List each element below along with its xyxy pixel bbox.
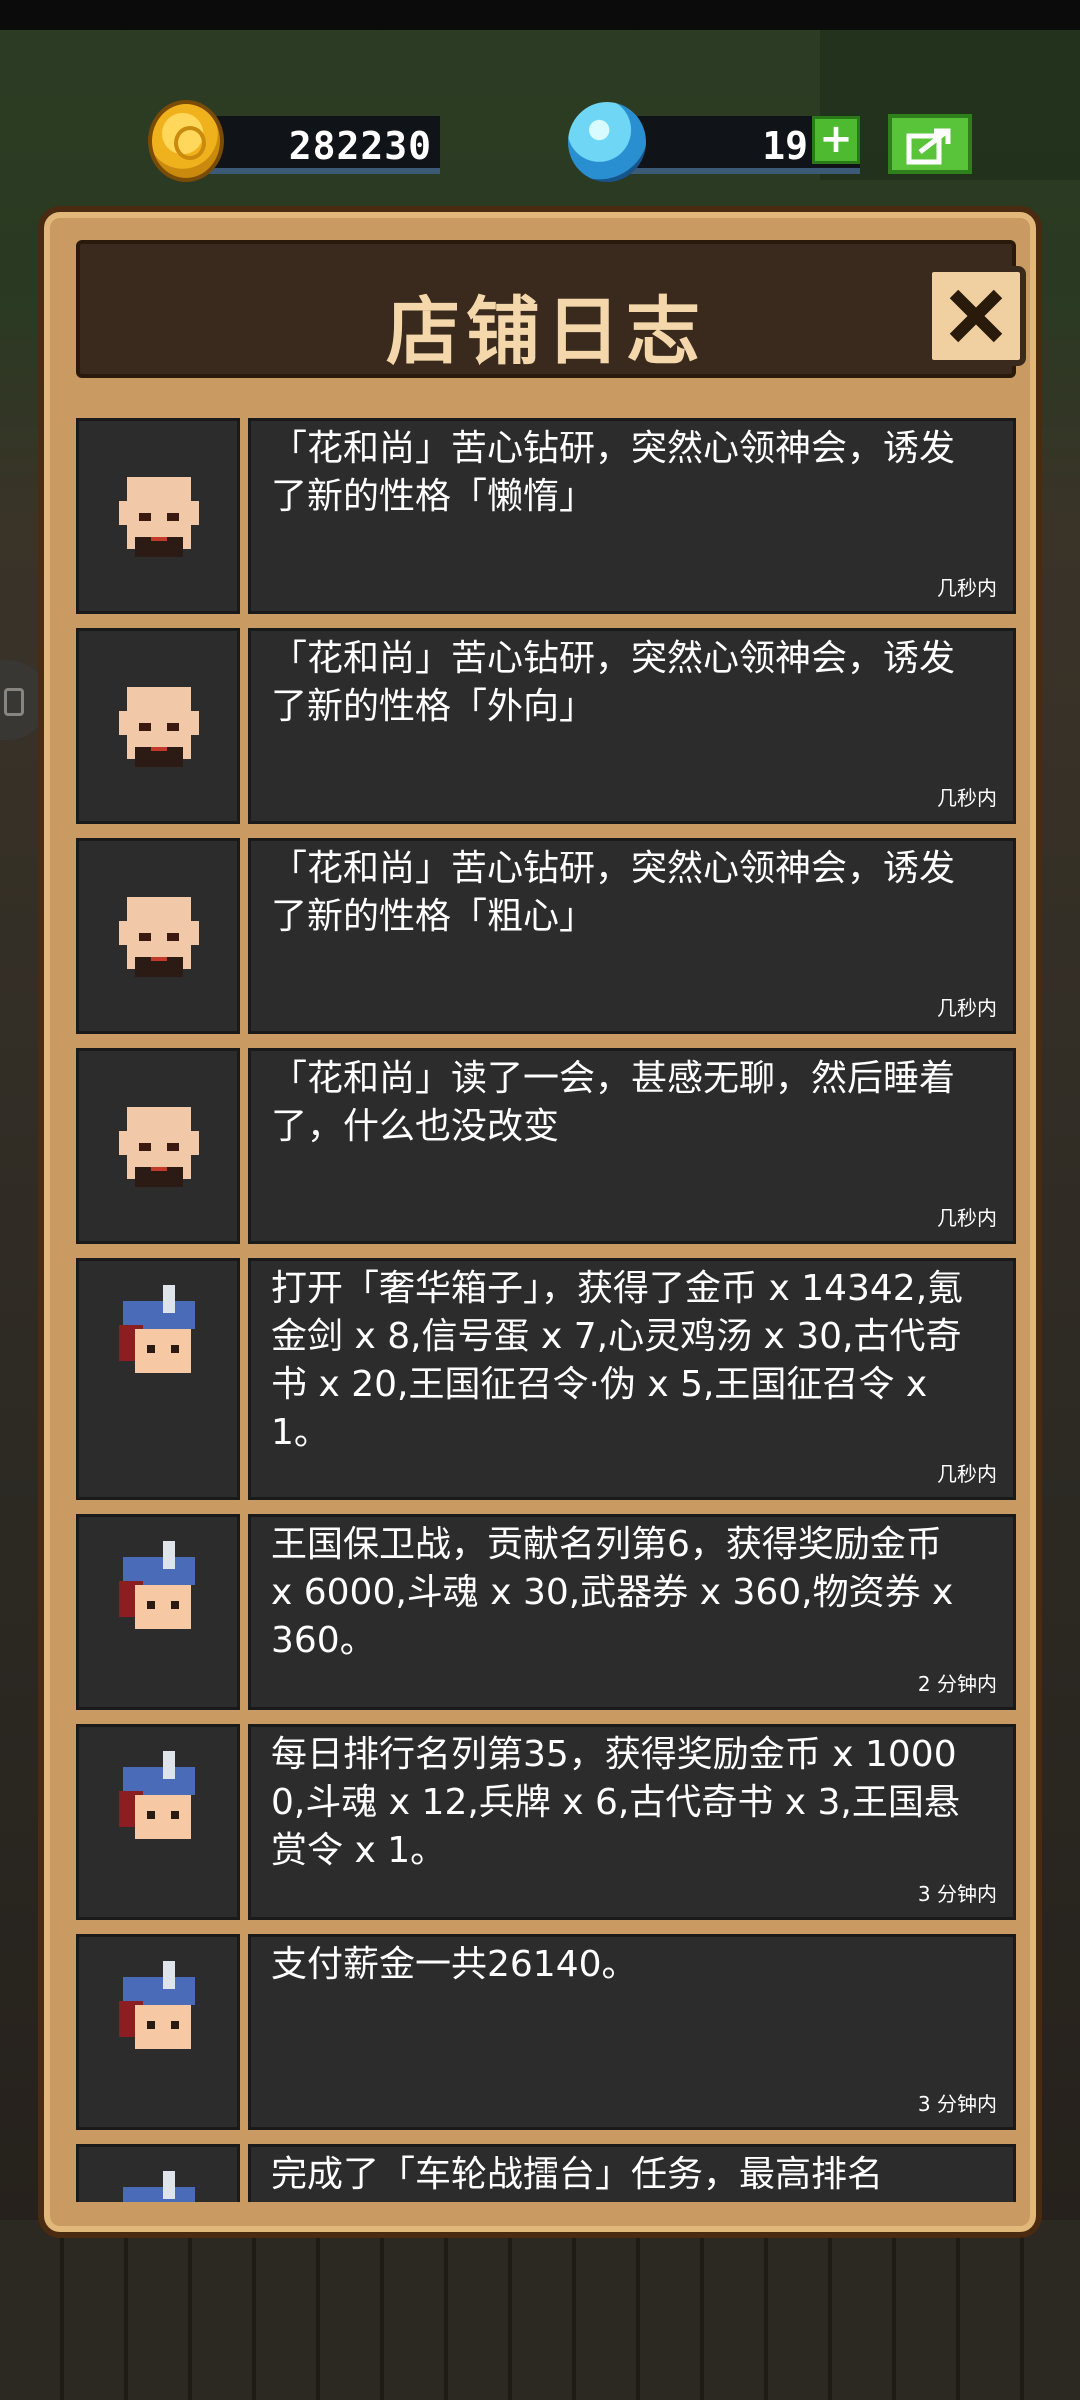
log-text-box: 打开「奢华箱子」，获得了金币 x 14342,氪金剑 x 8,信号蛋 x 7,心…	[248, 1258, 1016, 1500]
log-entry: 每日排行名列第35，获得奖励金币 x 10000,斗魂 x 12,兵牌 x 6,…	[76, 1724, 1016, 1920]
log-text-box: 「花和尚」苦心钻研，突然心领神会，诱发了新的性格「外向」 几秒内	[248, 628, 1016, 824]
shopkeeper-avatar	[119, 1541, 195, 1629]
log-timestamp: 几秒内	[937, 996, 997, 1020]
log-timestamp: 几秒内	[937, 1206, 997, 1230]
avatar-frame	[76, 1048, 240, 1244]
log-text-box: 「花和尚」苦心钻研，突然心领神会，诱发了新的性格「粗心」 几秒内	[248, 838, 1016, 1034]
gem-icon	[568, 102, 646, 182]
shopkeeper-avatar	[119, 1751, 195, 1839]
log-text-box: 「花和尚」苦心钻研，突然心领神会，诱发了新的性格「懒惰」 几秒内	[248, 418, 1016, 614]
log-text-box: 完成了「车轮战擂台」任务，最高排名	[248, 2144, 1016, 2202]
log-entry: 完成了「车轮战擂台」任务，最高排名	[76, 2144, 1016, 2202]
add-gems-button[interactable]: +	[812, 116, 860, 164]
avatar-frame	[76, 1258, 240, 1500]
log-entry: 王国保卫战，贡献名列第6，获得奖励金币 x 6000,斗魂 x 30,武器券 x…	[76, 1514, 1016, 1710]
close-icon	[949, 289, 1003, 343]
shop-log-panel: 店铺日志 「花和尚」苦心钻研，突然心领神会，诱发了新的性格「懒惰」 几秒内 「花…	[38, 206, 1042, 2238]
log-message: 「花和尚」苦心钻研，突然心领神会，诱发了新的性格「外向」	[271, 638, 956, 727]
log-timestamp: 3 分钟内	[917, 2092, 997, 2116]
gem-counter: 19 +	[568, 100, 860, 188]
log-message: 「花和尚」读了一会，甚感无聊，然后睡着了，什么也没改变	[271, 1058, 956, 1147]
log-message: 打开「奢华箱子」，获得了金币 x 14342,氪金剑 x 8,信号蛋 x 7,心…	[271, 1268, 964, 1453]
log-timestamp: 2 分钟内	[917, 1672, 997, 1696]
log-entry: 「花和尚」苦心钻研，突然心领神会，诱发了新的性格「懒惰」 几秒内	[76, 418, 1016, 614]
log-entry: 「花和尚」苦心钻研，突然心领神会，诱发了新的性格「粗心」 几秒内	[76, 838, 1016, 1034]
log-timestamp: 几秒内	[937, 576, 997, 600]
avatar-frame	[76, 2144, 240, 2202]
avatar-frame	[76, 1514, 240, 1710]
shopkeeper-avatar	[119, 1285, 195, 1373]
share-icon	[906, 128, 951, 165]
log-text-box: 王国保卫战，贡献名列第6，获得奖励金币 x 6000,斗魂 x 30,武器券 x…	[248, 1514, 1016, 1710]
shopkeeper-avatar	[123, 2171, 195, 2202]
close-button[interactable]	[926, 266, 1026, 366]
status-bar	[0, 0, 1080, 30]
log-message: 王国保卫战，贡献名列第6，获得奖励金币 x 6000,斗魂 x 30,武器券 x…	[271, 1524, 954, 1661]
background-stone-floor	[0, 2220, 1080, 2400]
avatar-frame	[76, 628, 240, 824]
log-message: 「花和尚」苦心钻研，突然心领神会，诱发了新的性格「懒惰」	[271, 428, 956, 517]
monk-avatar	[119, 1107, 199, 1187]
gold-bar: 282230	[208, 116, 440, 174]
avatar-frame	[76, 1934, 240, 2130]
avatar-frame	[76, 1724, 240, 1920]
log-timestamp: 几秒内	[937, 786, 997, 810]
panel-title: 店铺日志	[386, 289, 706, 375]
log-list[interactable]: 「花和尚」苦心钻研，突然心领神会，诱发了新的性格「懒惰」 几秒内 「花和尚」苦心…	[76, 418, 1016, 2202]
panel-header: 店铺日志	[76, 240, 1026, 378]
log-text-box: 每日排行名列第35，获得奖励金币 x 10000,斗魂 x 12,兵牌 x 6,…	[248, 1724, 1016, 1920]
log-timestamp: 3 分钟内	[917, 1882, 997, 1906]
gold-coin-icon	[148, 100, 224, 182]
gold-amount: 282230	[288, 124, 432, 168]
log-entry: 「花和尚」读了一会，甚感无聊，然后睡着了，什么也没改变 几秒内	[76, 1048, 1016, 1244]
shopkeeper-avatar	[119, 1961, 195, 2049]
monk-avatar	[119, 897, 199, 977]
log-entry: 打开「奢华箱子」，获得了金币 x 14342,氪金剑 x 8,信号蛋 x 7,心…	[76, 1258, 1016, 1500]
monk-avatar	[119, 687, 199, 767]
log-text-box: 「花和尚」读了一会，甚感无聊，然后睡着了，什么也没改变 几秒内	[248, 1048, 1016, 1244]
log-timestamp: 几秒内	[937, 1462, 997, 1486]
log-entry: 支付薪金一共26140。 3 分钟内	[76, 1934, 1016, 2130]
log-entry: 「花和尚」苦心钻研，突然心领神会，诱发了新的性格「外向」 几秒内	[76, 628, 1016, 824]
log-text-box: 支付薪金一共26140。 3 分钟内	[248, 1934, 1016, 2130]
log-message: 「花和尚」苦心钻研，突然心领神会，诱发了新的性格「粗心」	[271, 848, 956, 937]
gold-counter: 282230	[148, 100, 440, 188]
log-message: 每日排行名列第35，获得奖励金币 x 10000,斗魂 x 12,兵牌 x 6,…	[271, 1734, 960, 1871]
log-message: 支付薪金一共26140。	[271, 1944, 638, 1985]
avatar-frame	[76, 838, 240, 1034]
gem-amount: 19	[762, 124, 808, 168]
log-message: 完成了「车轮战擂台」任务，最高排名	[271, 2154, 884, 2195]
monk-avatar	[119, 477, 199, 557]
share-button[interactable]	[888, 114, 972, 174]
avatar-frame	[76, 418, 240, 614]
